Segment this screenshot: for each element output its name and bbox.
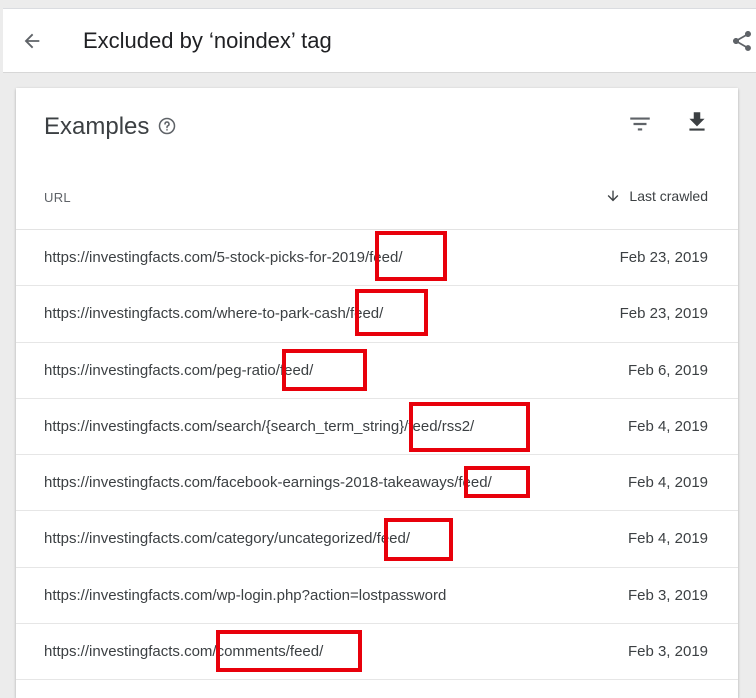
row-url: https://investingfacts.com/facebook-earn… [44, 474, 492, 492]
column-header-url[interactable]: URL [44, 190, 71, 205]
table-header: URL Last crawled [16, 170, 738, 230]
table-row[interactable]: https://investingfacts.com/peg-ratio/fee… [16, 343, 738, 399]
row-url: https://investingfacts.com/category/unca… [44, 530, 411, 548]
download-icon [689, 112, 705, 131]
row-url: https://investingfacts.com/comments/feed… [44, 643, 324, 661]
share-button[interactable] [728, 27, 756, 55]
row-url: https://investingfacts.com/5-stock-picks… [44, 249, 403, 266]
row-url: https://investingfacts.com/wp-login.php?… [44, 586, 447, 604]
table-row[interactable]: https://investingfacts.com/category/unca… [16, 511, 738, 568]
examples-card: Examples URL Last crawled https://invest… [16, 88, 738, 698]
arrow-down-icon [608, 190, 619, 202]
top-app-bar: Excluded by ‘noindex’ tag [3, 8, 756, 73]
arrow-back-icon [24, 33, 40, 49]
column-header-label: Last crawled [629, 188, 708, 204]
table-row[interactable]: https://investingfacts.com/search/{searc… [16, 399, 738, 456]
row-last-crawled: Feb 23, 2019 [619, 305, 708, 323]
row-url: https://investingfacts.com/search/{searc… [44, 417, 475, 435]
back-button[interactable] [17, 26, 47, 56]
row-last-crawled: Feb 6, 2019 [627, 361, 708, 379]
row-last-crawled: Feb 4, 2019 [627, 474, 708, 492]
row-url: https://investingfacts.com/peg-ratio/fee… [44, 361, 314, 379]
row-last-crawled: Feb 4, 2019 [627, 417, 708, 435]
download-button[interactable] [683, 108, 711, 136]
row-url: https://investingfacts.com/where-to-park… [44, 305, 384, 323]
row-last-crawled: Feb 3, 2019 [627, 643, 708, 661]
row-last-crawled: Feb 23, 2019 [619, 249, 708, 266]
table-row[interactable]: https://investingfacts.com/5-stock-picks… [16, 230, 738, 287]
table-row[interactable]: https://investingfacts.com/where-to-park… [16, 286, 738, 343]
table-row[interactable]: https://investingfacts.com/facebook-earn… [16, 455, 738, 512]
row-last-crawled: Feb 4, 2019 [627, 530, 708, 548]
filter-list-icon [630, 117, 650, 131]
help-circle-icon[interactable] [157, 116, 177, 136]
table-row[interactable]: https://investingfacts.com/comments/feed… [16, 624, 738, 681]
share-icon [733, 31, 751, 51]
filter-button[interactable] [626, 110, 654, 138]
table-row[interactable]: https://investingfacts.com/wp-login.php?… [16, 568, 738, 625]
column-header-last-crawled[interactable]: Last crawled [605, 188, 708, 204]
row-last-crawled: Feb 3, 2019 [627, 586, 708, 604]
page-title: Excluded by ‘noindex’ tag [83, 28, 332, 53]
card-title: Examples [44, 113, 150, 140]
table-body: https://investingfacts.com/5-stock-picks… [16, 230, 738, 681]
